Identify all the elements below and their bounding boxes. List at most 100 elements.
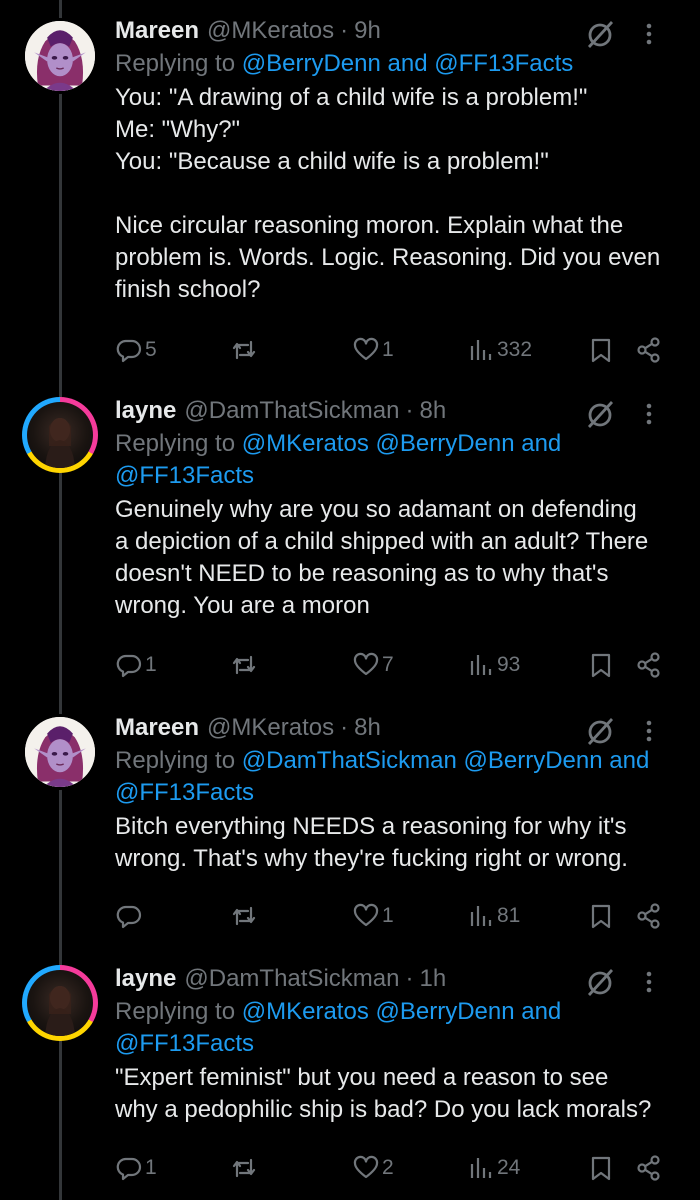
retweet-icon — [232, 655, 256, 675]
avatar[interactable] — [22, 965, 98, 1041]
separator-dot: · — [340, 714, 349, 741]
views-count: 332 — [497, 338, 533, 361]
tweet-text: Genuinely why are you so adamant on defe… — [115, 496, 649, 619]
replying-prefix: Replying to — [115, 50, 242, 77]
tweet-text: "Expert feminist" but you need a reason … — [115, 1064, 652, 1123]
replying-to: Replying to @BerryDenn and @FF13Facts — [115, 48, 682, 80]
avatar[interactable] — [22, 714, 98, 790]
retweet-button[interactable] — [230, 332, 260, 368]
bookmark-icon — [591, 904, 611, 929]
views-count: 24 — [497, 1156, 521, 1179]
action-bar: 5 1 332 — [115, 332, 682, 368]
reply-icon — [116, 339, 142, 363]
reply-button[interactable]: 5 — [115, 332, 157, 368]
heart-icon — [353, 1155, 379, 1179]
like-button[interactable]: 1 — [352, 898, 394, 934]
retweet-button[interactable] — [230, 1150, 260, 1186]
like-count: 7 — [382, 653, 394, 676]
replying-to: Replying to @MKeratos @BerryDenn and @FF… — [115, 996, 682, 1060]
retweet-button[interactable] — [230, 898, 260, 934]
views-button[interactable]: 24 — [467, 1150, 520, 1186]
author-name[interactable]: Mareen — [115, 713, 199, 743]
views-button[interactable]: 81 — [467, 898, 520, 934]
author-handle[interactable]: @DamThatSickman — [184, 396, 399, 426]
reply-button[interactable] — [115, 898, 145, 934]
author-name[interactable]: Mareen — [115, 16, 199, 46]
like-button[interactable]: 1 — [352, 332, 394, 368]
grok-icon[interactable] — [584, 398, 616, 430]
replying-prefix: Replying to — [115, 998, 242, 1025]
grok-icon[interactable] — [584, 966, 616, 998]
separator-dot: · — [340, 17, 349, 44]
tweet-text: Bitch everything NEEDS a reasoning for w… — [115, 813, 628, 872]
author-name[interactable]: layne — [115, 396, 176, 426]
share-button[interactable] — [635, 1150, 663, 1186]
author-handle[interactable]: @MKeratos — [207, 16, 334, 46]
like-button[interactable]: 2 — [352, 1150, 394, 1186]
views-count: 93 — [497, 653, 521, 676]
bookmark-icon — [591, 653, 611, 678]
grok-icon[interactable] — [584, 18, 616, 50]
views-icon — [470, 906, 492, 926]
retweet-icon — [232, 1158, 256, 1178]
views-button[interactable]: 93 — [467, 647, 520, 683]
share-button[interactable] — [635, 332, 663, 368]
reply-icon — [116, 905, 142, 929]
like-button[interactable]: 7 — [352, 647, 394, 683]
bookmark-icon — [591, 338, 611, 363]
views-count: 81 — [497, 904, 521, 927]
grok-icon[interactable] — [584, 715, 616, 747]
bookmark-button[interactable] — [587, 332, 615, 368]
more-icon[interactable] — [642, 20, 656, 48]
reply-icon — [116, 1157, 142, 1181]
more-icon[interactable] — [642, 717, 656, 745]
share-button[interactable] — [635, 898, 663, 934]
bookmark-button[interactable] — [587, 647, 615, 683]
replying-prefix: Replying to — [115, 430, 242, 457]
retweet-button[interactable] — [230, 647, 260, 683]
bookmark-button[interactable] — [587, 898, 615, 934]
reply-count: 1 — [145, 1156, 157, 1179]
action-bar: 1 81 — [115, 898, 682, 934]
share-icon — [637, 1155, 660, 1181]
like-count: 2 — [382, 1156, 394, 1179]
reply-count: 5 — [145, 338, 157, 361]
retweet-icon — [232, 340, 256, 360]
reply-button[interactable]: 1 — [115, 1150, 157, 1186]
replying-to: Replying to @DamThatSickman @BerryDenn a… — [115, 745, 682, 809]
replying-prefix: Replying to — [115, 747, 242, 774]
avatar[interactable] — [22, 397, 98, 473]
more-icon[interactable] — [642, 968, 656, 996]
heart-icon — [353, 337, 379, 361]
timestamp[interactable]: 8h — [419, 396, 446, 426]
share-icon — [637, 652, 660, 678]
mention-links[interactable]: @BerryDenn and @FF13Facts — [242, 50, 574, 77]
share-icon — [637, 903, 660, 929]
replying-to: Replying to @MKeratos @BerryDenn and @FF… — [115, 428, 682, 492]
views-icon — [470, 1158, 492, 1178]
action-bar: 1 2 24 — [115, 1150, 682, 1186]
action-bar: 1 7 93 — [115, 647, 682, 683]
views-icon — [470, 340, 492, 360]
separator-dot: · — [405, 965, 414, 992]
reply-button[interactable]: 1 — [115, 647, 157, 683]
timestamp[interactable]: 8h — [354, 713, 381, 743]
bookmark-button[interactable] — [587, 1150, 615, 1186]
timestamp[interactable]: 1h — [419, 964, 446, 994]
share-button[interactable] — [635, 647, 663, 683]
views-button[interactable]: 332 — [467, 332, 532, 368]
reply-count: 1 — [145, 653, 157, 676]
heart-icon — [353, 903, 379, 927]
avatar[interactable] — [22, 18, 98, 94]
author-name[interactable]: layne — [115, 964, 176, 994]
like-count: 1 — [382, 338, 394, 361]
tweet-text: You: "A drawing of a child wife is a pro… — [115, 84, 661, 303]
more-icon[interactable] — [642, 400, 656, 428]
views-icon — [470, 655, 492, 675]
share-icon — [637, 337, 660, 363]
separator-dot: · — [405, 397, 414, 424]
author-handle[interactable]: @MKeratos — [207, 713, 334, 743]
like-count: 1 — [382, 904, 394, 927]
timestamp[interactable]: 9h — [354, 16, 381, 46]
author-handle[interactable]: @DamThatSickman — [184, 964, 399, 994]
